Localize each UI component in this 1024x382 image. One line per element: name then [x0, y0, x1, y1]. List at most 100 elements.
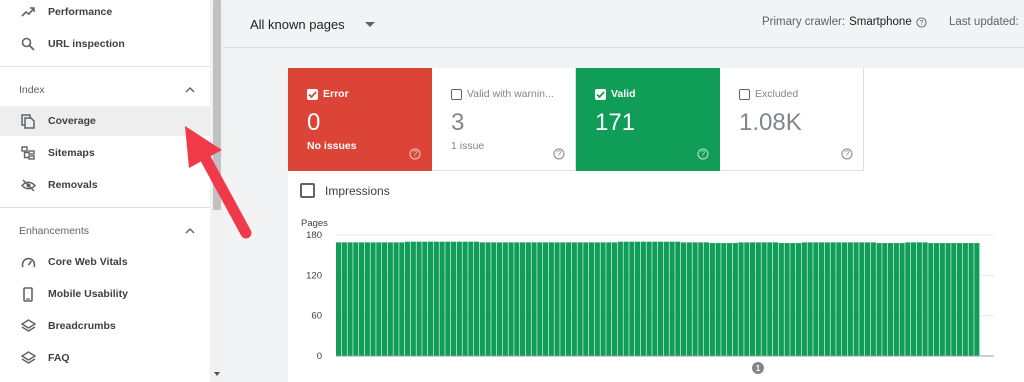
chart-bar[interactable] [485, 242, 491, 356]
chart-bar[interactable] [847, 242, 853, 356]
chart-bar[interactable] [709, 243, 715, 356]
chart-bar[interactable] [376, 242, 382, 356]
chart-bar[interactable] [681, 242, 687, 356]
chart-bar[interactable] [899, 243, 905, 356]
checkbox-checked-icon[interactable] [307, 89, 318, 100]
chart-bar[interactable] [698, 242, 704, 356]
chart-bar[interactable] [962, 243, 968, 356]
chart-bar[interactable] [767, 242, 773, 356]
chart-bar[interactable] [617, 241, 623, 356]
page-filter-dropdown[interactable]: All known pages [250, 14, 375, 34]
chart-bar[interactable] [422, 241, 428, 356]
chart-bar[interactable] [790, 243, 796, 356]
chart-bar[interactable] [732, 243, 738, 356]
chart-bar[interactable] [951, 243, 957, 356]
chart-bar[interactable] [911, 242, 917, 356]
section-enhancements[interactable]: Enhancements [0, 221, 210, 241]
help-icon[interactable]: ? [553, 148, 565, 160]
checkbox-icon[interactable] [739, 89, 750, 100]
chart-bar[interactable] [773, 242, 779, 356]
chart-bar[interactable] [870, 242, 876, 356]
chart-bar[interactable] [635, 241, 641, 356]
chart-bar[interactable] [796, 243, 802, 356]
chart-bar[interactable] [801, 242, 807, 356]
chart-bar[interactable] [750, 242, 756, 356]
chart-bar[interactable] [968, 243, 974, 356]
scroll-down-arrow-icon[interactable] [213, 370, 221, 378]
chart-bar[interactable] [755, 242, 761, 356]
impressions-toggle[interactable]: Impressions [300, 183, 390, 198]
chart-bar[interactable] [491, 242, 497, 356]
scrollbar-thumb[interactable] [213, 0, 221, 210]
help-icon[interactable]: ? [916, 16, 927, 28]
chart-bar[interactable] [727, 243, 733, 356]
chart-bar[interactable] [537, 242, 543, 356]
chart-bar[interactable] [853, 242, 859, 356]
chart-bar[interactable] [393, 242, 399, 356]
nav-item-breadcrumbs[interactable]: Breadcrumbs [0, 311, 210, 341]
chart-bar[interactable] [571, 242, 577, 356]
chart-bar[interactable] [859, 242, 865, 356]
nav-item-faq[interactable]: FAQ [0, 343, 210, 373]
chart-bar[interactable] [738, 242, 744, 356]
chart-bar[interactable] [819, 242, 825, 356]
chart-bar[interactable] [824, 242, 830, 356]
chart-bar[interactable] [600, 242, 606, 356]
chart-bar[interactable] [566, 242, 572, 356]
chart-bar[interactable] [922, 242, 928, 356]
chart-bar[interactable] [761, 242, 767, 356]
tile-excluded[interactable]: Excluded 1.08K ? [720, 68, 864, 171]
chart-bar[interactable] [865, 242, 871, 356]
chart-bar[interactable] [543, 242, 549, 356]
chart-bar[interactable] [905, 242, 911, 356]
chart-bar[interactable] [836, 242, 842, 356]
chart-bar[interactable] [784, 243, 790, 356]
chart-bar[interactable] [347, 242, 353, 356]
chart-bar[interactable] [612, 242, 618, 356]
chart-bar[interactable] [675, 241, 681, 356]
chart-bar[interactable] [882, 243, 888, 356]
chart-bar[interactable] [939, 243, 945, 356]
chart-bar[interactable] [451, 241, 457, 356]
chart-bar[interactable] [589, 242, 595, 356]
chart-bar[interactable] [945, 243, 951, 356]
chart-bar[interactable] [893, 243, 899, 356]
chart-bar[interactable] [525, 242, 531, 356]
chart-bar[interactable] [606, 242, 612, 356]
chart-bar[interactable] [359, 242, 365, 356]
chart-bar[interactable] [474, 241, 480, 356]
nav-item-url-inspection[interactable]: URL inspection [0, 29, 210, 59]
chart-bar[interactable] [658, 241, 664, 356]
chart-bar[interactable] [462, 241, 468, 356]
chart-bar[interactable] [692, 242, 698, 356]
nav-item-removals[interactable]: Removals [0, 170, 210, 200]
chart-bar[interactable] [520, 242, 526, 356]
chart-bar[interactable] [531, 242, 537, 356]
chart-bar[interactable] [652, 241, 658, 356]
chart-bar[interactable] [704, 242, 710, 356]
chart-bar[interactable] [744, 242, 750, 356]
help-icon[interactable]: ? [841, 148, 853, 160]
chart-bar[interactable] [387, 242, 393, 356]
chart-bar[interactable] [663, 241, 669, 356]
chart-bar[interactable] [974, 243, 980, 356]
chart-bar[interactable] [669, 241, 675, 356]
chart-bar[interactable] [456, 241, 462, 356]
chart-bar[interactable] [502, 242, 508, 356]
checkbox-icon[interactable] [300, 183, 315, 198]
nav-item-core-web-vitals[interactable]: Core Web Vitals [0, 247, 210, 277]
chart-bar[interactable] [916, 242, 922, 356]
chart-bar[interactable] [888, 243, 894, 356]
chart-bar[interactable] [957, 243, 963, 356]
chart-bar[interactable] [876, 243, 882, 356]
chart-bar[interactable] [382, 242, 388, 356]
chart-bar[interactable] [508, 242, 514, 356]
chart-bar[interactable] [623, 241, 629, 356]
chart-bar[interactable] [416, 241, 422, 356]
checkbox-checked-icon[interactable] [595, 89, 606, 100]
chart-bar[interactable] [830, 242, 836, 356]
chart-bar[interactable] [399, 242, 405, 356]
chart-bar[interactable] [640, 241, 646, 356]
chart-bar[interactable] [554, 242, 560, 356]
chart-bar[interactable] [410, 241, 416, 356]
